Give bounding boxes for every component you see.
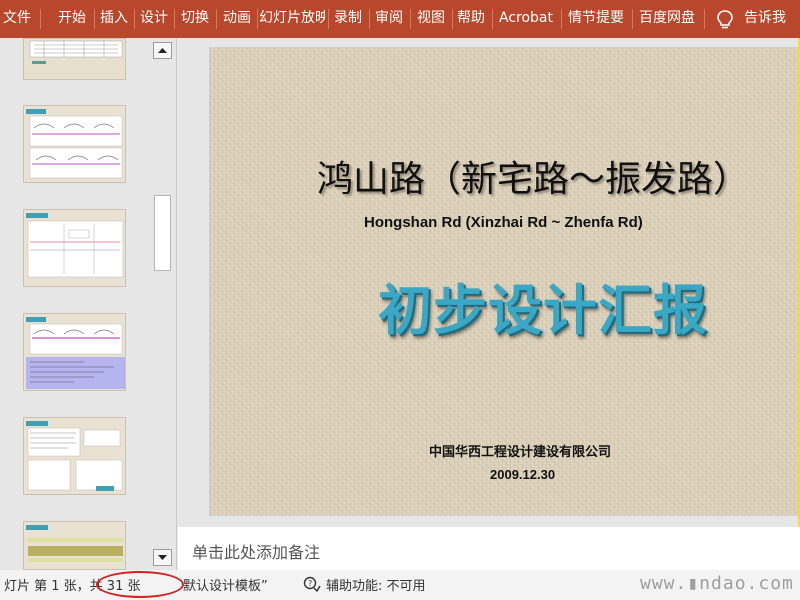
slide-thumbnail[interactable] bbox=[23, 209, 126, 287]
arrow-down-icon bbox=[158, 555, 167, 560]
highlight-circle-annotation bbox=[96, 571, 184, 598]
tab-baidu-netdisk[interactable]: 百度网盘 bbox=[634, 0, 700, 38]
tab-separator bbox=[216, 9, 217, 29]
tab-separator bbox=[257, 9, 258, 29]
pane-divider[interactable] bbox=[176, 38, 177, 570]
scroll-up-button[interactable] bbox=[153, 42, 172, 59]
notes-placeholder[interactable]: 单击此处添加备注 bbox=[192, 539, 320, 563]
slide-canvas[interactable]: 鸿山路（新宅路～振发路） Hongshan Rd (Xinzhai Rd ~ Z… bbox=[210, 48, 797, 515]
slide-thumbnail[interactable] bbox=[23, 417, 126, 495]
tab-separator bbox=[134, 9, 135, 29]
tab-separator bbox=[704, 9, 705, 29]
arrow-up-icon bbox=[158, 48, 167, 53]
tab-separator bbox=[40, 9, 41, 29]
slide-company-name[interactable]: 中国华西工程设计建设有限公司 bbox=[429, 441, 611, 460]
accessibility-status[interactable]: 辅助功能: 不可用 bbox=[326, 575, 426, 594]
tab-slide-show[interactable]: 幻灯片放映 bbox=[259, 0, 325, 38]
tab-home[interactable]: 开始 bbox=[53, 0, 91, 38]
tab-animations[interactable]: 动画 bbox=[218, 0, 256, 38]
tab-separator bbox=[492, 9, 493, 29]
tab-file[interactable]: 文件 bbox=[0, 0, 34, 38]
tab-transitions[interactable]: 切换 bbox=[176, 0, 214, 38]
tab-storyboard[interactable]: 情节提要 bbox=[563, 0, 629, 38]
tab-review[interactable]: 审阅 bbox=[371, 0, 407, 38]
accessibility-check-icon[interactable]: ? bbox=[303, 575, 321, 593]
slide-thumbnail[interactable] bbox=[23, 521, 126, 570]
slide-title[interactable]: 鸿山路（新宅路～振发路） bbox=[317, 150, 757, 202]
tab-record[interactable]: 录制 bbox=[330, 0, 366, 38]
tab-separator bbox=[174, 9, 175, 29]
tab-acrobat[interactable]: Acrobat bbox=[494, 0, 558, 38]
slide-subtitle-english[interactable]: Hongshan Rd (Xinzhai Rd ~ Zhenfa Rd) bbox=[364, 214, 643, 231]
tab-help[interactable]: 帮助 bbox=[453, 0, 489, 38]
tab-design[interactable]: 设计 bbox=[136, 0, 172, 38]
slide-date[interactable]: 2009.12.30 bbox=[490, 467, 555, 482]
slide-report-title[interactable]: 初步设计汇报 bbox=[378, 266, 708, 345]
tab-view[interactable]: 视图 bbox=[412, 0, 450, 38]
scroll-down-button[interactable] bbox=[153, 549, 172, 566]
watermark: www.▮ndao.com bbox=[640, 573, 794, 594]
notes-pane[interactable]: 单击此处添加备注 bbox=[178, 527, 800, 570]
tab-separator bbox=[328, 9, 329, 29]
slide-thumbnail[interactable] bbox=[23, 105, 126, 183]
scrollbar-thumb[interactable] bbox=[154, 195, 171, 271]
tell-me-search[interactable]: 告诉我 bbox=[744, 0, 800, 38]
thumbnail-scrollbar[interactable] bbox=[153, 38, 173, 570]
lightbulb-icon[interactable] bbox=[714, 9, 736, 31]
tab-separator bbox=[632, 9, 633, 29]
ribbon-tabs: 文件 开始 插入 设计 切换 动画 幻灯片放映 录制 审阅 视图 帮助 Acro… bbox=[0, 0, 800, 38]
tab-separator bbox=[94, 9, 95, 29]
tab-insert[interactable]: 插入 bbox=[96, 0, 132, 38]
tab-separator bbox=[561, 9, 562, 29]
slide-thumbnail[interactable] bbox=[23, 38, 126, 80]
tab-separator bbox=[369, 9, 370, 29]
slide-thumbnail[interactable] bbox=[23, 313, 126, 391]
template-status: 默认设计模板” bbox=[183, 579, 268, 594]
tab-separator bbox=[410, 9, 411, 29]
svg-text:?: ? bbox=[308, 579, 312, 588]
